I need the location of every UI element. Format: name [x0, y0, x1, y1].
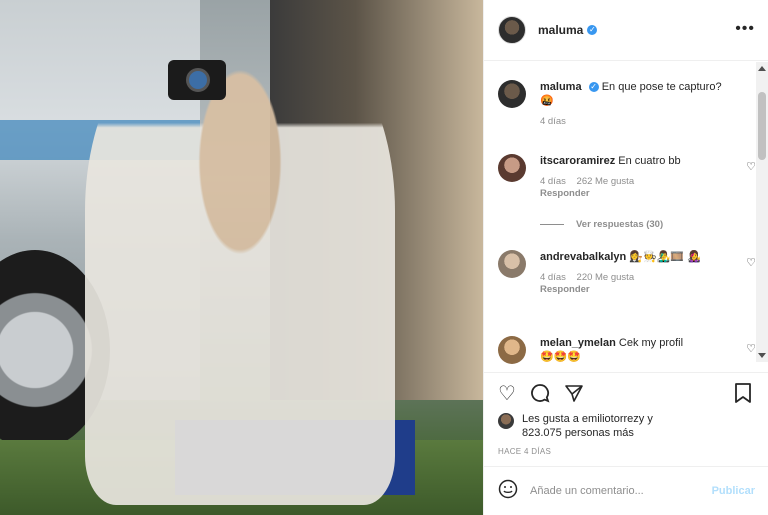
comment-emoji: 🤩🤩🤩 [540, 351, 582, 363]
comment-text: En cuatro bb [618, 155, 681, 167]
camera [168, 60, 226, 100]
verified-icon: ✓ [587, 25, 598, 35]
verified-icon: ✓ [588, 82, 599, 93]
reply-button[interactable]: Responder [540, 188, 732, 200]
avatar[interactable] [498, 80, 526, 108]
comment-input[interactable] [530, 485, 695, 497]
comments-list: maluma ✓ En que pose te capturo? 🤬 4 día… [484, 62, 768, 372]
view-replies-button[interactable]: Ver respuestas (30) [540, 219, 663, 230]
comment-username[interactable]: itscaroramirez [540, 155, 615, 167]
person-figure [85, 15, 395, 505]
header-username[interactable]: maluma [538, 23, 583, 37]
add-comment-bar: Publicar [484, 466, 768, 515]
bookmark-icon[interactable] [734, 383, 752, 408]
likes-summary: Les gusta a emiliotorrezy y 823.075 pers… [498, 412, 758, 440]
comment-icon[interactable] [530, 383, 550, 408]
post-button[interactable]: Publicar [712, 485, 755, 497]
heart-icon[interactable]: ♡ [746, 160, 756, 173]
comment-text: 👩‍⚖️🧑‍🍳👨‍🎤🎞️ 👩‍🎤 [629, 251, 701, 263]
comment-body: itscaroramirez En cuatro bb 4 días 262 M… [540, 154, 740, 200]
paper-plane-icon[interactable] [564, 383, 584, 408]
avatar[interactable] [498, 250, 526, 278]
comment-likes[interactable]: 262 Me gusta [577, 176, 635, 187]
comment-body: melan_ymelan Cek my profil 🤩🤩🤩 [540, 336, 740, 364]
comment-likes[interactable]: 220 Me gusta [577, 272, 635, 283]
heart-icon[interactable]: ♡ [746, 342, 756, 355]
likes-line1[interactable]: Les gusta a emiliotorrezy y [522, 412, 758, 426]
comment-username[interactable]: andrevabalkalyn [540, 251, 626, 263]
comment-time[interactable]: 4 días [540, 176, 566, 187]
scrollbar[interactable] [756, 62, 768, 362]
comment-text: Cek my profil [618, 337, 684, 349]
reply-button[interactable]: Responder [540, 284, 732, 296]
likes-line2[interactable]: 823.075 personas más [522, 426, 758, 440]
heart-icon[interactable]: ♡ [746, 256, 756, 269]
caption-username[interactable]: maluma [540, 81, 582, 93]
post-header: maluma ✓ ••• [484, 0, 768, 61]
comment-body: andrevabalkalyn 👩‍⚖️🧑‍🍳👨‍🎤🎞️ 👩‍🎤 4 días … [540, 250, 740, 296]
scrollbar-thumb[interactable] [758, 92, 766, 160]
more-horizontal-icon[interactable]: ••• [735, 20, 755, 38]
action-bar: ♡ [484, 372, 768, 417]
caption-emoji: 🤬 [540, 95, 554, 107]
avatar[interactable] [498, 154, 526, 182]
comment-meta: 4 días 262 Me gusta Responder [540, 176, 740, 200]
post-image[interactable] [0, 0, 483, 515]
avatar[interactable] [498, 16, 526, 44]
caption-time[interactable]: 4 días [540, 116, 566, 127]
caption-body: maluma ✓ En que pose te capturo? 🤬 4 día… [540, 80, 740, 128]
caption-meta: 4 días [540, 116, 740, 128]
comment-time[interactable]: 4 días [540, 272, 566, 283]
comment-username[interactable]: melan_ymelan [540, 337, 616, 349]
scroll-up-icon[interactable] [758, 66, 766, 71]
avatar[interactable] [498, 336, 526, 364]
post-panel: maluma ✓ ••• maluma ✓ En que pose te cap… [483, 0, 768, 515]
post-timestamp[interactable]: HACE 4 DÍAS [498, 447, 551, 456]
camera-lens [186, 68, 210, 92]
emoji-icon[interactable] [498, 479, 518, 504]
avatar[interactable] [498, 413, 514, 429]
caption-text: En que pose te capturo? [601, 81, 722, 93]
scroll-down-icon[interactable] [758, 353, 766, 358]
heart-icon[interactable]: ♡ [498, 383, 516, 405]
comment-meta: 4 días 220 Me gusta Responder [540, 272, 740, 296]
